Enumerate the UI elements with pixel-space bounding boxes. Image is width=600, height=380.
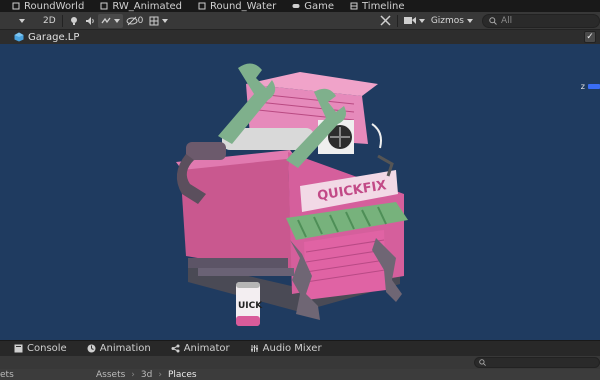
shading-mode-dropdown[interactable] (0, 14, 40, 28)
console-icon (14, 344, 23, 353)
project-search[interactable] (474, 357, 600, 368)
tab-label: Round_Water (210, 0, 277, 12)
breadcrumb-assets[interactable]: Assets (96, 370, 125, 380)
scene-tab-strip: RoundWorld RW_Animated Round_Water Game … (0, 0, 600, 12)
clock-icon (87, 344, 96, 353)
toolbar-divider (61, 14, 63, 27)
effects-icon (101, 17, 111, 23)
can-label: UICK (238, 301, 263, 311)
search-icon (489, 16, 497, 25)
tab-console[interactable]: Console (0, 341, 77, 357)
toolbar-divider (396, 14, 398, 27)
tab-animation[interactable]: Animation (77, 341, 161, 357)
garage-model: QUICKFIX UICK (176, 63, 408, 326)
effects-toggle[interactable] (97, 13, 123, 28)
scene-toolbar: 2D 0 Gizmos (0, 12, 600, 30)
camera-icon (403, 17, 416, 24)
gizmos-dropdown[interactable]: Gizmos (428, 14, 476, 28)
lightbulb-icon (70, 16, 77, 25)
chevron-down-icon (18, 18, 25, 23)
tab-label: Animator (183, 343, 230, 354)
z-axis-handle[interactable] (588, 84, 600, 89)
chevron-down-icon (162, 18, 169, 23)
chevron-down-icon (418, 18, 425, 23)
scene-viewport[interactable]: QUICKFIX UICK z (0, 44, 600, 340)
animator-icon (171, 344, 180, 353)
orientation-gizmo[interactable]: z (581, 82, 600, 91)
grid-icon (149, 16, 159, 25)
auto-save-checkbox[interactable]: ✓ (584, 31, 596, 43)
hidden-eye-icon (126, 16, 138, 25)
lighting-toggle[interactable] (66, 14, 82, 28)
tab-audio-mixer[interactable]: Audio Mixer (240, 341, 332, 357)
toggle-2d-button[interactable]: 2D (40, 14, 59, 28)
bottom-panel-tabs: Console Animation Animator Audio Mixer (0, 340, 600, 356)
hidden-count: 0 (137, 15, 144, 26)
tab-label: RoundWorld (24, 0, 85, 12)
tab-label: Animation (99, 343, 151, 354)
timeline-icon (350, 2, 358, 10)
unity-scene-icon (100, 2, 108, 10)
search-input[interactable] (501, 15, 591, 26)
scene-tab-rw-animated[interactable]: RW_Animated (92, 0, 190, 12)
search-icon (479, 359, 486, 366)
grid-toggle[interactable] (146, 14, 171, 28)
chevron-down-icon (467, 18, 473, 23)
gizmos-label: Gizmos (430, 15, 464, 26)
scene-tab-roundworld[interactable]: RoundWorld (0, 0, 92, 12)
audio-toggle[interactable] (82, 14, 98, 28)
tab-label: Console (27, 343, 67, 354)
chevron-right-icon: › (158, 369, 162, 380)
prefab-title[interactable]: Garage.LP (28, 32, 79, 43)
tab-label: Timeline (361, 0, 405, 12)
project-path-bar: ets Assets › 3d › Places (0, 369, 600, 380)
prefab-cube-icon (14, 32, 24, 42)
scene-search[interactable] (482, 13, 600, 28)
speaker-icon (85, 16, 94, 25)
gizmo-axis-label: z (580, 82, 585, 91)
game-controller-icon (292, 4, 300, 8)
chevron-down-icon (113, 18, 120, 23)
tab-game[interactable]: Game (284, 0, 342, 12)
breadcrumb-3d[interactable]: 3d (141, 370, 152, 380)
scene-tab-round-water[interactable]: Round_Water (190, 0, 284, 12)
scene-visibility-toggle[interactable]: 0 (123, 14, 147, 28)
unity-scene-icon (198, 2, 206, 10)
tab-animator[interactable]: Animator (161, 341, 240, 357)
tab-timeline[interactable]: Timeline (342, 0, 413, 12)
project-toolbar (0, 356, 600, 369)
unity-scene-icon (12, 2, 20, 10)
tools-icon (380, 15, 391, 26)
audio-mixer-icon (250, 345, 258, 352)
tools-button[interactable] (377, 14, 394, 28)
tab-label: Audio Mixer (262, 343, 322, 354)
breadcrumb-places[interactable]: Places (168, 370, 197, 380)
camera-button[interactable] (401, 14, 428, 28)
favorites-header[interactable]: ets (0, 370, 96, 380)
tab-label: Game (304, 0, 334, 12)
asset-breadcrumb: Assets › 3d › Places (96, 370, 197, 380)
chevron-right-icon: › (131, 369, 135, 380)
breadcrumb: Garage.LP ✓ (0, 30, 600, 44)
tab-label: RW_Animated (112, 0, 182, 12)
